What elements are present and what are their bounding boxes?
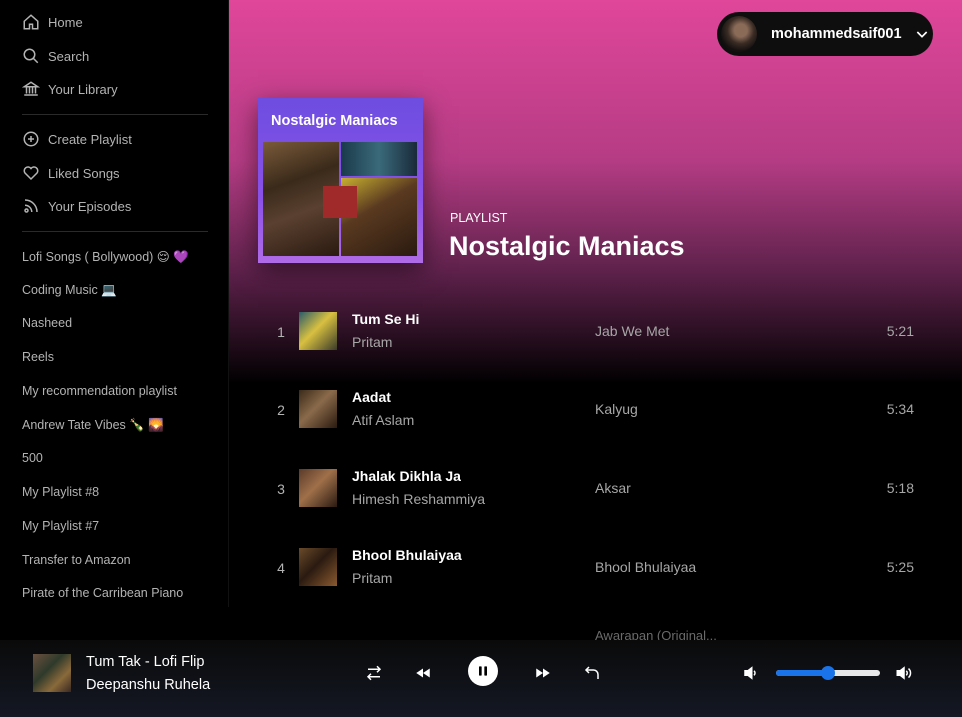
nav-search[interactable]: Search (22, 45, 89, 67)
track-album[interactable]: Awarapan (Original... (595, 628, 717, 640)
track-row[interactable]: 3 Jhalak Dikhla Ja Himesh Reshammiya Aks… (229, 460, 962, 516)
track-album[interactable]: Bhool Bhulaiyaa (595, 559, 696, 575)
create-playlist-button[interactable]: Create Playlist (22, 128, 132, 150)
sidebar-playlist-item[interactable]: Transfer to Amazon (22, 553, 131, 567)
previous-button[interactable] (412, 662, 434, 684)
sidebar-playlist-item[interactable]: Pirate of the Carribean Piano (22, 586, 183, 600)
track-album[interactable]: Aksar (595, 480, 631, 496)
user-menu-button[interactable]: mohammedsaif001 (717, 12, 933, 56)
track-title: Bhool Bhulaiyaa (352, 547, 462, 563)
volume-high-icon (896, 666, 912, 680)
track-duration: 5:18 (886, 480, 914, 496)
track-art (299, 312, 337, 350)
nav-search-label: Search (48, 48, 90, 64)
track-row[interactable]: 2 Aadat Atif Aslam Kalyug 5:34 (229, 381, 962, 437)
track-artist[interactable]: Atif Aslam (352, 412, 414, 428)
sidebar-divider (22, 231, 208, 232)
search-icon (23, 48, 39, 64)
track-number: 4 (277, 560, 285, 576)
nav-library[interactable]: Your Library (22, 78, 118, 100)
track-title: Jhalak Dikhla Ja (352, 468, 461, 484)
sidebar-playlist-item[interactable]: Lofi Songs ( Bollywood) 😌 💜 (22, 249, 189, 265)
cover-image (323, 186, 357, 218)
track-art (299, 548, 337, 586)
next-icon (536, 668, 550, 678)
shuffle-button[interactable] (363, 662, 385, 684)
nav-home[interactable]: Home (22, 11, 83, 33)
repeat-icon (584, 666, 599, 679)
track-duration: 5:34 (886, 401, 914, 417)
volume-slider-thumb[interactable] (821, 666, 835, 680)
heart-icon (23, 166, 39, 181)
now-playing-artist[interactable]: Deepanshu Ruhela (86, 677, 210, 693)
track-title: Aadat (352, 389, 391, 405)
user-name: mohammedsaif001 (771, 26, 902, 42)
track-row[interactable]: 1 Tum Se Hi Pritam Jab We Met 5:21 (229, 303, 962, 359)
track-artist[interactable]: Pritam (352, 570, 392, 586)
track-art (299, 390, 337, 428)
sidebar-playlist-item[interactable]: Nasheed (22, 316, 72, 330)
avatar (721, 16, 757, 52)
create-playlist-label: Create Playlist (48, 131, 132, 147)
track-art (299, 469, 337, 507)
liked-songs-label: Liked Songs (48, 165, 120, 181)
pause-icon (479, 666, 487, 676)
liked-songs-link[interactable]: Liked Songs (22, 162, 120, 184)
track-row[interactable]: 4 Bhool Bhulaiyaa Pritam Bhool Bhulaiyaa… (229, 539, 962, 595)
sidebar-playlist-item[interactable]: Reels (22, 350, 54, 364)
podcast-icon (24, 199, 38, 213)
home-icon (23, 14, 39, 30)
now-playing-title[interactable]: Tum Tak - Lofi Flip (86, 654, 204, 670)
sidebar-playlist-item[interactable]: My recommendation playlist (22, 384, 177, 398)
nav-home-label: Home (48, 14, 83, 30)
playlist-title: Nostalgic Maniacs (449, 231, 685, 261)
max-volume-button[interactable] (893, 662, 915, 684)
sidebar-playlist-item[interactable]: My Playlist #8 (22, 485, 99, 499)
sidebar-playlist-item[interactable]: 500 (22, 451, 43, 465)
mute-button[interactable] (740, 662, 762, 684)
player-bar: Tum Tak - Lofi Flip Deepanshu Ruhela (0, 640, 962, 717)
track-title: Tum Se Hi (352, 311, 420, 327)
cover-image (341, 142, 417, 176)
next-button[interactable] (532, 662, 554, 684)
plus-circle-icon (23, 131, 39, 147)
track-number: 1 (277, 324, 285, 340)
sidebar-playlist-item[interactable]: Coding Music 💻 (22, 283, 117, 298)
playlist-type-label: PLAYLIST (450, 211, 508, 225)
track-artist[interactable]: Himesh Reshammiya (352, 491, 485, 507)
sidebar-playlist-item[interactable]: Andrew Tate Vibes 🍾 🌄 (22, 418, 164, 433)
cover-collage (263, 142, 417, 256)
track-number: 3 (277, 481, 285, 497)
repeat-button[interactable] (581, 662, 603, 684)
track-album[interactable]: Kalyug (595, 401, 638, 417)
shuffle-icon (366, 665, 382, 681)
main-content: mohammedsaif001 Nostalgic Maniacs PLAYLI… (229, 0, 962, 640)
library-icon (22, 81, 40, 96)
track-duration: 5:25 (886, 559, 914, 575)
your-episodes-label: Your Episodes (48, 198, 132, 214)
pause-button[interactable] (468, 656, 498, 686)
nav-library-label: Your Library (48, 81, 118, 97)
track-number: 2 (277, 402, 285, 418)
volume-low-icon (744, 666, 756, 680)
track-album[interactable]: Jab We Met (595, 323, 669, 339)
now-playing-art (33, 654, 71, 692)
playlist-cover: Nostalgic Maniacs (258, 98, 423, 263)
cover-title: Nostalgic Maniacs (271, 113, 398, 129)
sidebar: Home Search Your Library Create Playlist… (0, 0, 228, 607)
your-episodes-link[interactable]: Your Episodes (22, 195, 131, 217)
chevron-down-icon (916, 31, 927, 38)
track-artist[interactable]: Pritam (352, 334, 392, 350)
sidebar-divider (22, 114, 208, 115)
previous-icon (416, 668, 430, 678)
track-duration: 5:21 (886, 323, 914, 339)
sidebar-playlist-item[interactable]: My Playlist #7 (22, 519, 99, 533)
volume-slider[interactable] (776, 666, 880, 680)
